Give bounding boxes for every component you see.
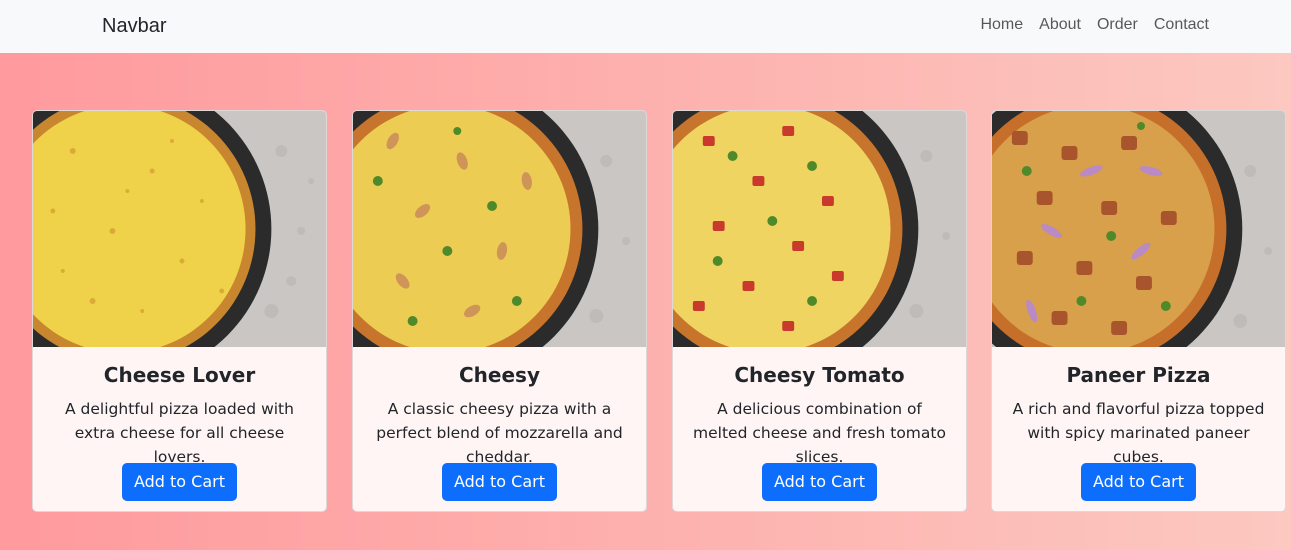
product-card-cheesy: Cheesy A classic cheesy pizza with a per… <box>352 110 647 512</box>
card-description: A delicious combination of melted cheese… <box>693 400 946 466</box>
cheesy-pizza-image <box>353 111 646 347</box>
card-title: Paneer Pizza <box>1066 363 1211 387</box>
product-card-paneer-pizza: Paneer Pizza A rich and flavorful pizza … <box>991 110 1286 512</box>
product-card-cheesy-tomato: Cheesy Tomato A delicious combination of… <box>672 110 967 512</box>
nav-links: Home About Order Contact <box>980 16 1209 34</box>
paneer-pizza-image <box>992 111 1285 347</box>
card-description: A rich and flavorful pizza topped with s… <box>1012 400 1265 466</box>
card-body: Cheesy A classic cheesy pizza with a per… <box>353 347 646 501</box>
navbar-brand[interactable]: Navbar <box>102 15 166 38</box>
product-card-cheese-lover: Cheese Lover A delightful pizza loaded w… <box>32 110 327 512</box>
cheesy-tomato-pizza-image <box>673 111 966 347</box>
card-description: A delightful pizza loaded with extra che… <box>65 400 294 466</box>
card-body: Paneer Pizza A rich and flavorful pizza … <box>992 347 1285 501</box>
card-description: A classic cheesy pizza with a perfect bl… <box>376 400 623 466</box>
add-to-cart-button[interactable]: Add to Cart <box>1080 463 1197 501</box>
card-title: Cheesy Tomato <box>734 363 905 387</box>
add-to-cart-button[interactable]: Add to Cart <box>121 463 238 501</box>
navbar: Navbar Home About Order Contact <box>0 0 1291 53</box>
nav-link-contact[interactable]: Contact <box>1154 16 1209 34</box>
card-title: Cheesy <box>459 363 540 387</box>
nav-link-about[interactable]: About <box>1039 16 1081 34</box>
add-to-cart-button[interactable]: Add to Cart <box>441 463 558 501</box>
card-body: Cheese Lover A delightful pizza loaded w… <box>33 347 326 501</box>
nav-link-order[interactable]: Order <box>1097 16 1138 34</box>
cheese-lover-pizza-image <box>33 111 326 347</box>
nav-link-home[interactable]: Home <box>980 16 1023 34</box>
card-title: Cheese Lover <box>103 363 256 387</box>
add-to-cart-button[interactable]: Add to Cart <box>761 463 878 501</box>
card-body: Cheesy Tomato A delicious combination of… <box>673 347 966 501</box>
